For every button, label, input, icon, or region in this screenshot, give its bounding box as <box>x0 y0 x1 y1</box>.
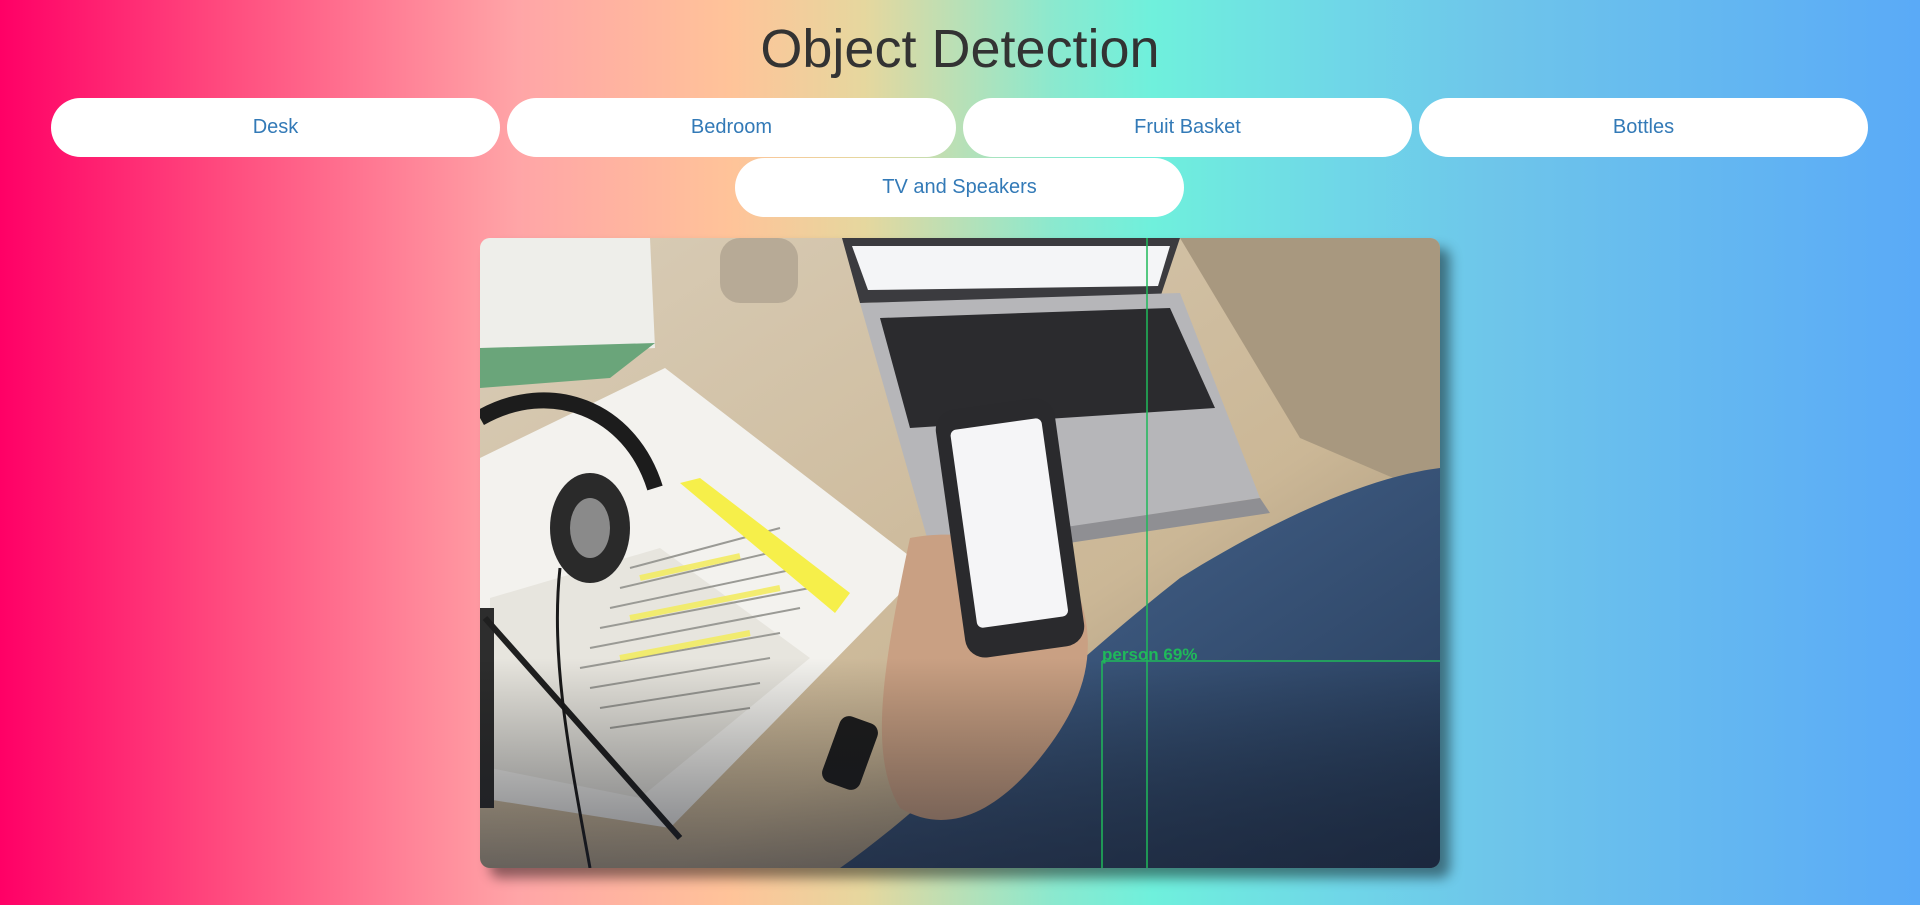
page-title: Object Detection <box>760 19 1160 79</box>
bottles-button[interactable]: Bottles <box>1419 98 1868 157</box>
fruit-basket-button[interactable]: Fruit Basket <box>963 98 1412 157</box>
bedroom-button[interactable]: Bedroom <box>507 98 956 157</box>
detection-image: person 69% <box>480 238 1440 868</box>
detection-label: person 69% <box>1102 645 1198 664</box>
tv-and-speakers-button[interactable]: TV and Speakers <box>735 158 1184 217</box>
desk-button[interactable]: Desk <box>51 98 500 157</box>
desk-scene-image <box>480 238 1440 868</box>
